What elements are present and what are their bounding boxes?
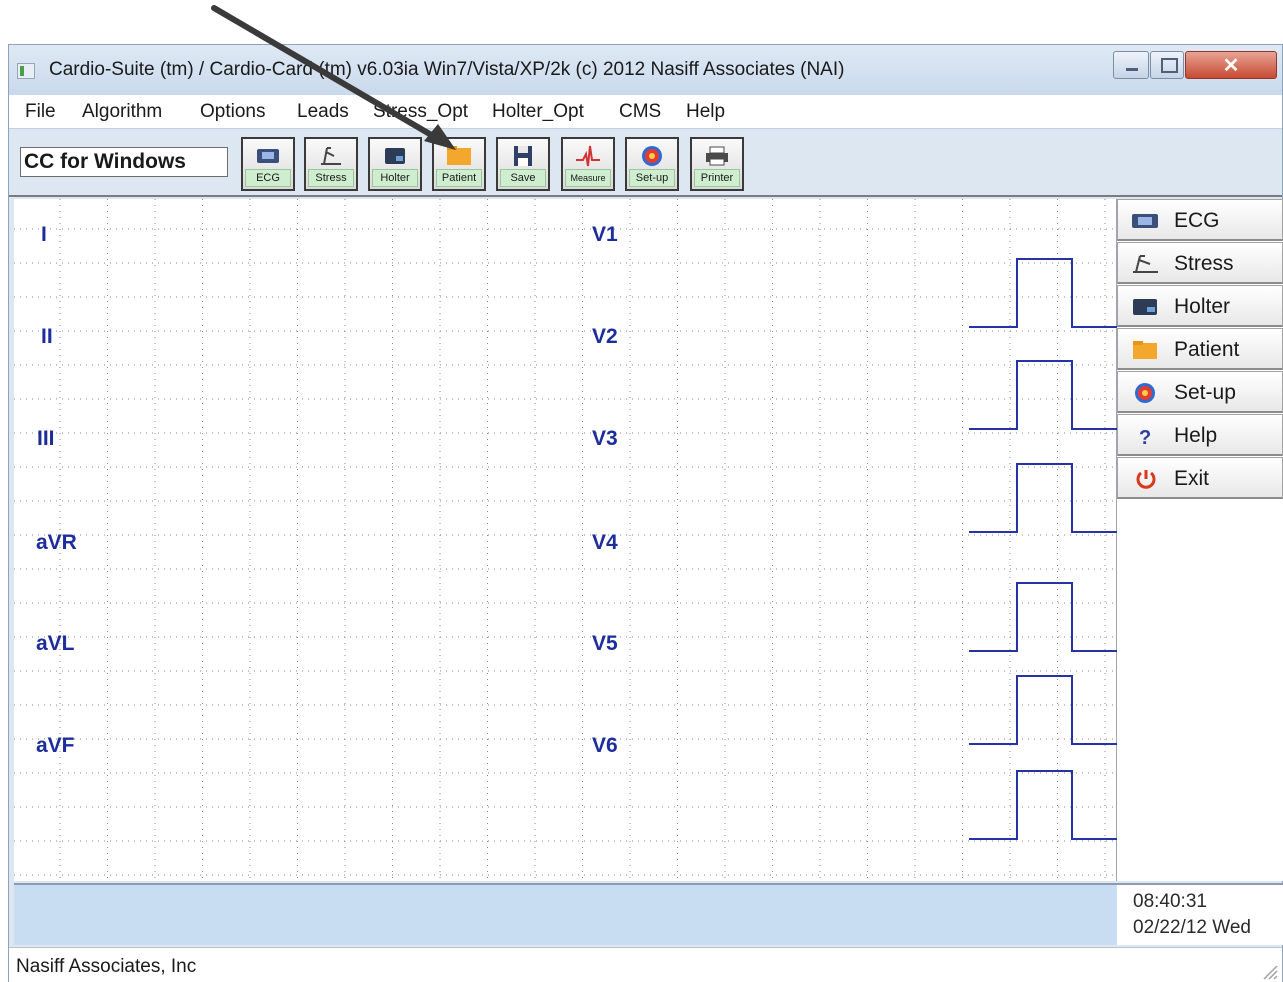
menu-algorithm[interactable]: Algorithm bbox=[82, 101, 162, 123]
side-ecg-button[interactable]: ECG bbox=[1117, 199, 1283, 241]
app-icon[interactable] bbox=[17, 63, 35, 79]
side-menu: ECG Stress Holter Patient Set-up ? Help … bbox=[1117, 199, 1283, 881]
close-button[interactable]: ✕ bbox=[1185, 51, 1277, 79]
toolbar-patient-button[interactable]: Patient bbox=[432, 137, 486, 191]
clock-time: 08:40:31 bbox=[1133, 891, 1207, 912]
menu-help[interactable]: Help bbox=[686, 101, 725, 123]
status-bar: Nasiff Associates, Inc bbox=[9, 947, 1282, 982]
calibration-pulse bbox=[969, 675, 1117, 745]
toolbar-ecg-button[interactable]: ECG bbox=[241, 137, 295, 191]
ecg-icon bbox=[257, 149, 279, 163]
holter-icon bbox=[1133, 299, 1157, 315]
setup-disc-icon bbox=[642, 146, 662, 166]
side-holter-button[interactable]: Holter bbox=[1117, 285, 1283, 327]
status-band bbox=[14, 883, 1117, 945]
menu-bar: File Algorithm Options Leads Stress_Opt … bbox=[9, 95, 1282, 129]
toolbar-stress-button[interactable]: Stress bbox=[304, 137, 358, 191]
side-patient-button[interactable]: Patient bbox=[1117, 328, 1283, 370]
lead-label-v5: V5 bbox=[592, 632, 618, 655]
folder-icon bbox=[1133, 341, 1157, 359]
printer-icon bbox=[706, 146, 728, 166]
toolbar-holter-button[interactable]: Holter bbox=[368, 137, 422, 191]
menu-holter-opt[interactable]: Holter_Opt bbox=[492, 101, 584, 123]
close-icon: ✕ bbox=[1222, 55, 1240, 77]
lead-label-ii: II bbox=[41, 325, 53, 348]
side-help-button[interactable]: ? Help bbox=[1117, 414, 1283, 456]
menu-file[interactable]: File bbox=[25, 101, 56, 123]
lead-label-iii: III bbox=[37, 427, 55, 450]
calibration-pulse bbox=[969, 360, 1117, 430]
calibration-pulse bbox=[969, 582, 1117, 652]
resize-grip-icon[interactable] bbox=[1260, 962, 1278, 980]
treadmill-icon bbox=[321, 147, 341, 165]
treadmill-icon bbox=[1133, 255, 1158, 273]
company-name: Nasiff Associates, Inc bbox=[16, 956, 197, 977]
app-name-box: CC for Windows bbox=[20, 147, 228, 177]
toolbar: CC for Windows ECG Stress Holter Patient… bbox=[9, 131, 1282, 197]
toolbar-measure-button[interactable]: Measure bbox=[561, 137, 615, 191]
setup-disc-icon bbox=[1135, 383, 1155, 403]
calibration-pulse bbox=[969, 463, 1117, 533]
folder-icon bbox=[447, 146, 471, 165]
clock-date: 02/22/12 Wed bbox=[1133, 917, 1251, 938]
maximize-button[interactable] bbox=[1150, 51, 1184, 79]
toolbar-save-button[interactable]: Save bbox=[496, 137, 550, 191]
lead-label-v4: V4 bbox=[592, 531, 618, 554]
lead-label-v6: V6 bbox=[592, 734, 618, 757]
app-window: Cardio-Suite (tm) / Cardio-Card (tm) v6.… bbox=[8, 44, 1283, 982]
lead-label-v3: V3 bbox=[592, 427, 618, 450]
measure-waveform-icon bbox=[576, 145, 600, 167]
ecg-display-area[interactable]: I II III aVR aVL aVF V1 V2 V3 V4 V5 V6 bbox=[14, 199, 1117, 881]
side-exit-button[interactable]: Exit bbox=[1117, 457, 1283, 499]
lead-label-avr: aVR bbox=[36, 531, 77, 554]
toolbar-printer-button[interactable]: Printer bbox=[690, 137, 744, 191]
toolbar-setup-button[interactable]: Set-up bbox=[625, 137, 679, 191]
menu-stress-opt[interactable]: Stress_Opt bbox=[373, 101, 468, 123]
question-mark-icon: ? bbox=[1139, 427, 1151, 447]
holter-icon bbox=[385, 148, 405, 164]
menu-options[interactable]: Options bbox=[200, 101, 265, 123]
calibration-pulses bbox=[969, 258, 1117, 840]
ecg-icon bbox=[1132, 214, 1158, 228]
svg-text:?: ? bbox=[1139, 427, 1151, 447]
lead-label-i: I bbox=[41, 223, 47, 246]
calibration-pulse bbox=[969, 258, 1117, 328]
calibration-pulse bbox=[969, 770, 1117, 840]
minimize-button[interactable] bbox=[1113, 51, 1149, 79]
side-stress-button[interactable]: Stress bbox=[1117, 242, 1283, 284]
clock-panel: 08:40:31 02/22/12 Wed bbox=[1117, 883, 1283, 945]
lead-label-v1: V1 bbox=[592, 223, 618, 246]
menu-leads[interactable]: Leads bbox=[297, 101, 349, 123]
window-title: Cardio-Suite (tm) / Cardio-Card (tm) v6.… bbox=[49, 59, 845, 80]
side-setup-button[interactable]: Set-up bbox=[1117, 371, 1283, 413]
power-icon bbox=[1136, 470, 1156, 489]
lead-label-v2: V2 bbox=[592, 325, 618, 348]
menu-cms[interactable]: CMS bbox=[619, 101, 661, 123]
lead-label-avl: aVL bbox=[36, 632, 75, 655]
title-bar[interactable]: Cardio-Suite (tm) / Cardio-Card (tm) v6.… bbox=[9, 45, 1282, 95]
floppy-disk-icon bbox=[514, 146, 532, 166]
lead-label-avf: aVF bbox=[36, 734, 75, 757]
